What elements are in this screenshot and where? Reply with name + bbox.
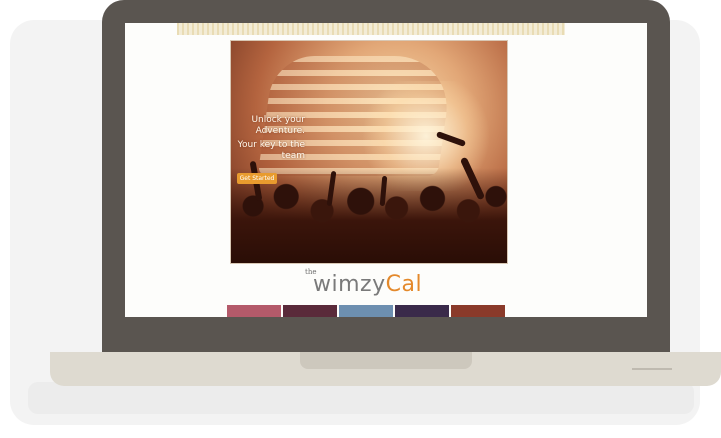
base-shadow — [28, 382, 694, 414]
hero-headline: Unlock your Adventure. — [251, 115, 305, 136]
wimzycal-logo: the wimzyCal — [305, 268, 435, 300]
thumbnail[interactable] — [451, 305, 505, 317]
hero-text-block: Unlock your Adventure. Your key to the t… — [233, 115, 305, 162]
thumbnail[interactable] — [339, 305, 393, 317]
thumbnail[interactable] — [395, 305, 449, 317]
laptop-screen: Unlock your Adventure. Your key to the t… — [125, 23, 647, 317]
laptop-indicator — [632, 368, 672, 370]
logo-wordmark: wimzyCal — [313, 272, 422, 297]
logo-name-orange: Cal — [385, 272, 423, 297]
thumbnail[interactable] — [227, 305, 281, 317]
thumbnail[interactable] — [283, 305, 337, 317]
logo-name-gray: wimzy — [313, 272, 386, 297]
hero-tagline: Your key to the team — [237, 140, 305, 161]
get-started-button[interactable]: Get Started — [237, 173, 277, 184]
laptop-notch — [300, 352, 472, 369]
thumbnail-strip — [227, 305, 505, 317]
top-banner-strip — [177, 23, 565, 35]
